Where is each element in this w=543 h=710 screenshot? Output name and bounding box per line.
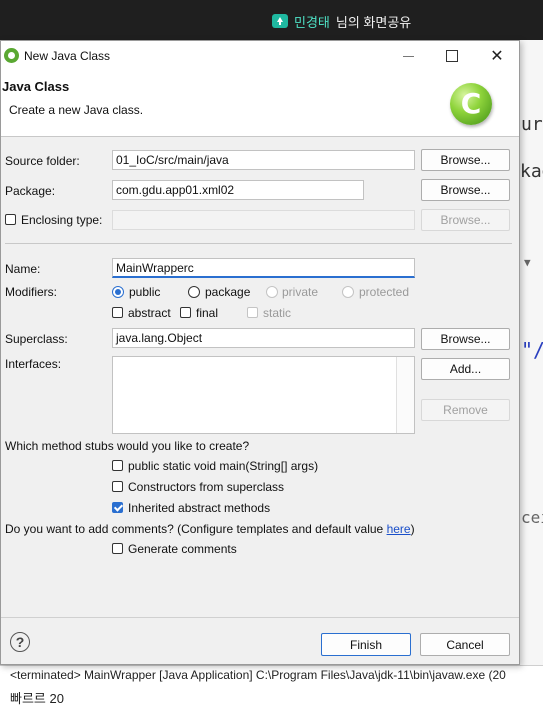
- package-field[interactable]: com.gdu.app01.xml02: [112, 180, 364, 200]
- console-status-line: <terminated> MainWrapper [Java Applicati…: [10, 668, 506, 682]
- interfaces-label: Interfaces:: [5, 357, 62, 371]
- dialog-titlebar[interactable]: New Java Class ✕: [1, 41, 519, 71]
- enclosing-type-browse-button[interactable]: Browse...: [421, 209, 510, 231]
- share-indicator: 민경태 님의 화면공유: [272, 12, 411, 30]
- inherited-methods-label: Inherited abstract methods: [128, 501, 271, 515]
- wizard-header: Java Class Create a new Java class. C: [1, 71, 519, 137]
- footer-divider: [1, 617, 519, 618]
- main-method-label: public static void main(String[] args): [128, 459, 319, 473]
- generate-comments-checkbox[interactable]: [112, 543, 123, 554]
- eclipse-app-icon: [4, 48, 19, 63]
- page-title: Java Class: [2, 79, 70, 94]
- superclass-field[interactable]: java.lang.Object: [112, 328, 415, 348]
- package-browse-button[interactable]: Browse...: [421, 179, 510, 201]
- protected-label: protected: [359, 285, 410, 299]
- enclosing-type-checkbox[interactable]: [5, 214, 16, 225]
- comments-question-close: ): [410, 522, 415, 536]
- remove-interface-button[interactable]: Remove: [421, 399, 510, 421]
- bg-editor-text: "/: [521, 338, 543, 362]
- public-radio[interactable]: [112, 286, 124, 298]
- screen-share-icon: [272, 14, 288, 28]
- console-output-line: 빠르르 20: [10, 691, 64, 706]
- modifiers-label: Modifiers:: [5, 285, 58, 299]
- final-checkbox[interactable]: [180, 307, 191, 318]
- source-folder-field[interactable]: 01_IoC/src/main/java: [112, 150, 415, 170]
- interfaces-list[interactable]: [112, 356, 415, 434]
- minimize-button[interactable]: [386, 41, 430, 71]
- source-folder-browse-button[interactable]: Browse...: [421, 149, 510, 171]
- name-label: Name:: [5, 262, 41, 276]
- window-title: New Java Class: [24, 49, 111, 63]
- method-stubs-question: Which method stubs would you like to cre…: [5, 439, 250, 453]
- name-field[interactable]: MainWrapperc: [112, 258, 415, 278]
- source-folder-label: Source folder:: [5, 154, 80, 168]
- abstract-checkbox[interactable]: [112, 307, 123, 318]
- enclosing-type-label: Enclosing type:: [21, 213, 103, 227]
- console-panel: <terminated> MainWrapper [Java Applicati…: [0, 665, 543, 710]
- bg-editor-text: cei: [521, 508, 543, 527]
- comments-question-text: Do you want to add comments? (Configure …: [5, 522, 387, 536]
- divider: [5, 243, 512, 244]
- protected-radio[interactable]: [342, 286, 354, 298]
- java-class-icon-letter: C: [460, 87, 482, 120]
- cancel-button[interactable]: Cancel: [420, 633, 510, 656]
- enclosing-type-field[interactable]: [112, 210, 415, 230]
- new-java-class-dialog: New Java Class ✕ Java Class Create a new…: [0, 40, 520, 665]
- bg-dropdown-arrow-icon: ▼: [524, 256, 531, 269]
- static-checkbox[interactable]: [247, 307, 258, 318]
- final-label: final: [196, 306, 219, 320]
- package-modifier-label: package: [205, 285, 251, 299]
- minimize-icon: [402, 55, 414, 57]
- sharer-name: 민경태: [294, 14, 330, 30]
- close-icon: ✕: [490, 48, 504, 65]
- interfaces-list-scrollbar[interactable]: [396, 357, 414, 433]
- close-button[interactable]: ✕: [475, 41, 519, 71]
- constructors-checkbox[interactable]: [112, 481, 123, 492]
- share-status-text: 님의 화면공유: [335, 14, 412, 30]
- static-label: static: [263, 306, 292, 320]
- superclass-label: Superclass:: [5, 332, 68, 346]
- page-description: Create a new Java class.: [9, 103, 144, 117]
- constructors-label: Constructors from superclass: [128, 480, 285, 494]
- superclass-browse-button[interactable]: Browse...: [421, 328, 510, 350]
- bg-editor-text: urc: [521, 114, 543, 135]
- package-radio[interactable]: [188, 286, 200, 298]
- main-method-checkbox[interactable]: [112, 460, 123, 471]
- private-radio[interactable]: [266, 286, 278, 298]
- finish-button[interactable]: Finish: [321, 633, 411, 656]
- help-icon[interactable]: ?: [10, 632, 30, 652]
- configure-templates-link[interactable]: here: [387, 522, 411, 536]
- comments-question: Do you want to add comments? (Configure …: [5, 522, 415, 536]
- add-interface-button[interactable]: Add...: [421, 358, 510, 380]
- maximize-button[interactable]: [430, 41, 474, 71]
- private-label: private: [282, 285, 319, 299]
- screen-share-bar: 민경태 님의 화면공유: [0, 0, 543, 40]
- inherited-methods-checkbox[interactable]: [112, 502, 123, 513]
- generate-comments-label: Generate comments: [128, 542, 237, 556]
- background-editor: urc kag ▼ "/ cei: [520, 40, 543, 665]
- maximize-icon: [446, 50, 458, 62]
- public-label: public: [129, 285, 161, 299]
- bg-editor-text: kag: [520, 161, 543, 182]
- java-class-icon: C: [450, 83, 492, 125]
- package-label: Package:: [5, 184, 56, 198]
- abstract-label: abstract: [128, 306, 171, 320]
